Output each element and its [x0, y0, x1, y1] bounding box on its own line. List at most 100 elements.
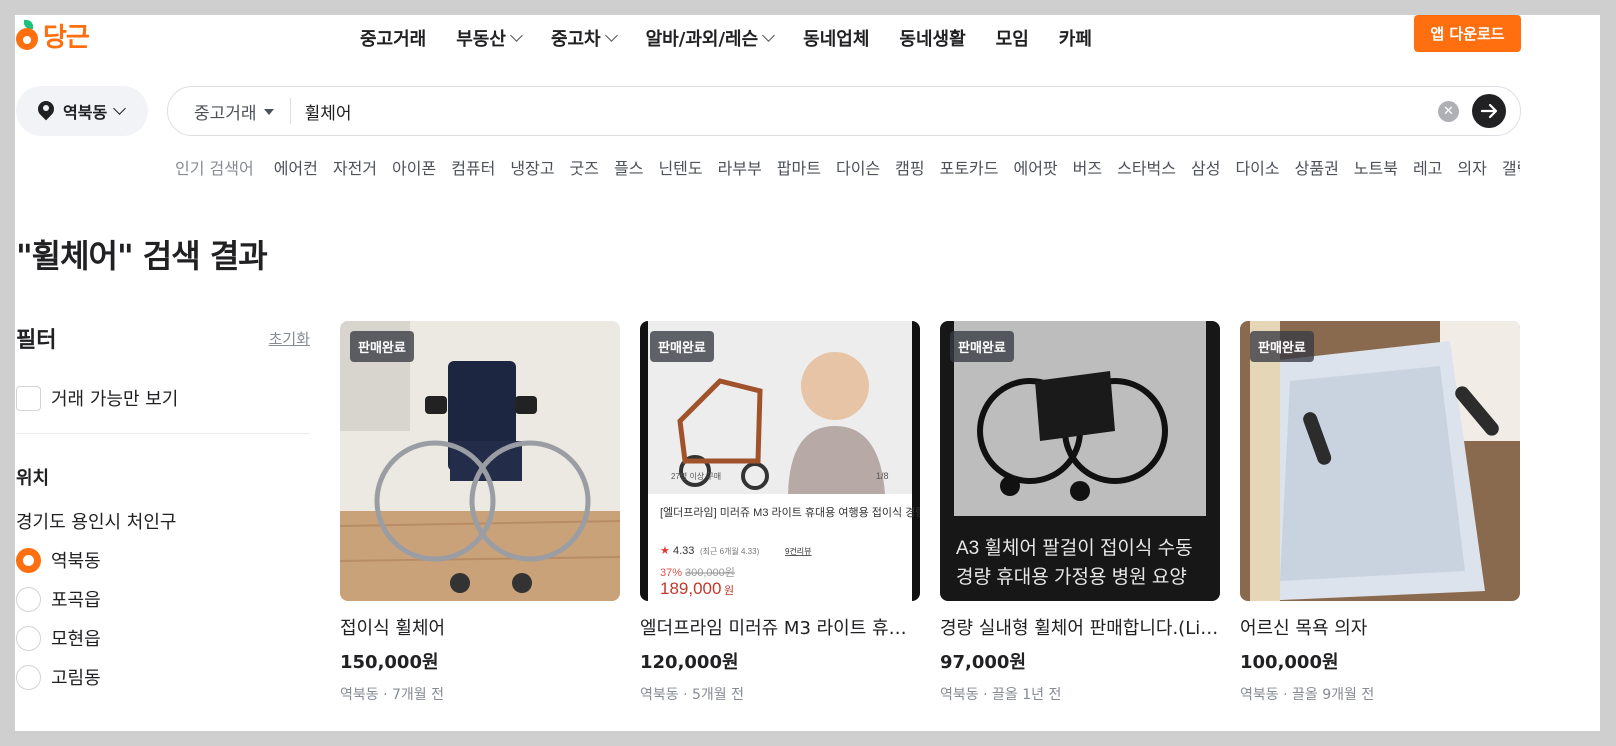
page: 당근 중고거래 부동산 중고차 알바/과외/레슨 동네업체 동네생활 모임 카페… — [15, 15, 1600, 731]
app-download-button[interactable]: 앱 다운로드 — [1414, 15, 1521, 52]
product-image[interactable]: A3 휠체어 팔걸이 접이식 수동 경량 휴대용 가정용 병원 요양 판매완료 — [940, 321, 1220, 601]
popular-keyword[interactable]: 닌텐도 — [658, 155, 702, 179]
popular-keyword[interactable]: 팝마트 — [777, 155, 821, 179]
popular-keywords: 인기 검색어 에어컨 자전거 아이폰 컴퓨터 냉장고 굿즈 플스 닌텐도 라부부 팝마트 다이슨 캠핑… — [175, 155, 1520, 179]
popular-keyword[interactable]: 라부부 — [718, 155, 762, 179]
popular-keyword[interactable]: 컴퓨터 — [451, 155, 495, 179]
product-image[interactable]: 판매완료 — [340, 321, 620, 601]
caret-down-icon — [263, 109, 274, 115]
ad-discount: 37% — [660, 567, 682, 579]
close-icon: ✕ — [1443, 104, 1454, 119]
clear-search-button[interactable]: ✕ — [1438, 101, 1459, 122]
location-option[interactable]: 고림동 — [16, 664, 310, 690]
popular-keyword[interactable]: 갤럭 — [1502, 155, 1520, 179]
location-option[interactable]: 모현읍 — [16, 625, 310, 651]
popular-keyword[interactable]: 의자 — [1457, 155, 1486, 179]
product-ad-image: 27명 이상 구매 1/8 [엘더프라임] 미러쥬 M3 라이트 휴대용 여행용… — [640, 321, 920, 601]
location-option-label: 고림동 — [51, 668, 101, 689]
product-image[interactable]: 판매완료 — [1240, 321, 1520, 601]
product-card[interactable]: 27명 이상 구매 1/8 [엘더프라임] 미러쥬 M3 라이트 휴대용 여행용… — [640, 321, 920, 704]
location-option[interactable]: 역북동 — [16, 547, 310, 573]
filter-panel: 필터 초기화 거래 가능만 보기 위치 경기도 용인시 처인구 역북동 포곡읍 … — [16, 321, 310, 690]
search-input[interactable]: 휠체어 — [305, 99, 1520, 124]
nav-used-cars[interactable]: 중고차 — [551, 25, 618, 51]
daangn-logo[interactable]: 당근 — [15, 15, 90, 55]
popular-keyword[interactable]: 자전거 — [333, 155, 377, 179]
product-title: 경량 실내형 휠체어 판매합니다.(Lif... — [940, 618, 1220, 639]
product-meta: 역북동 · 7개월 전 — [340, 687, 444, 703]
nav-local-business[interactable]: 동네업체 — [803, 25, 869, 51]
nav-used-goods[interactable]: 중고거래 — [360, 25, 426, 51]
popular-keywords-title: 인기 검색어 — [175, 159, 254, 178]
rating-star-icon: ★ — [660, 545, 670, 557]
available-only-toggle[interactable]: 거래 가능만 보기 — [16, 385, 310, 411]
popular-keyword[interactable]: 버즈 — [1073, 155, 1102, 179]
product-meta: 역북동 · 5개월 전 — [640, 687, 744, 703]
product-card[interactable]: A3 휠체어 팔걸이 접이식 수동 경량 휴대용 가정용 병원 요양 판매완료 … — [940, 321, 1220, 704]
product-image[interactable]: 27명 이상 구매 1/8 [엘더프라임] 미러쥬 M3 라이트 휴대용 여행용… — [640, 321, 920, 601]
popular-keyword[interactable]: 에어팟 — [1013, 155, 1057, 179]
nav-label: 동네생활 — [899, 29, 966, 50]
product-price: 120,000원 — [640, 652, 739, 673]
location-selector[interactable]: 역북동 — [16, 86, 148, 136]
popular-keyword[interactable]: 노트북 — [1354, 155, 1398, 179]
nav-jobs[interactable]: 알바/과외/레슨 — [645, 25, 776, 51]
popular-keyword[interactable]: 냉장고 — [510, 155, 554, 179]
nav-local-life[interactable]: 동네생활 — [899, 25, 965, 51]
buyers-count: 27명 이상 구매 — [671, 471, 721, 481]
popular-keyword[interactable]: 에어컨 — [274, 155, 318, 179]
search-submit-button[interactable] — [1472, 94, 1506, 128]
radio-selected[interactable] — [16, 547, 41, 573]
sold-badge: 판매완료 — [650, 331, 714, 362]
available-only-label: 거래 가능만 보기 — [51, 389, 179, 410]
logo-text: 당근 — [43, 22, 90, 53]
ad-caption-line-1: A3 휠체어 팔걸이 접이식 수동 — [956, 537, 1193, 559]
popular-keyword[interactable]: 캠핑 — [895, 155, 924, 179]
product-title: 엘더프라임 미러쥬 M3 라이트 휴대용 여행용 접이식 경량 휠체어 — [640, 618, 920, 639]
popular-keyword[interactable]: 레고 — [1413, 155, 1442, 179]
popular-keyword[interactable]: 상품권 — [1295, 155, 1339, 179]
location-option-label: 모현읍 — [51, 629, 101, 650]
filter-title: 필터 — [16, 328, 57, 353]
wheelchair-photo — [340, 321, 620, 601]
popular-keyword[interactable]: 아이폰 — [392, 155, 436, 179]
popular-keyword[interactable]: 스타벅스 — [1117, 155, 1176, 179]
wheelchair-ad-image: A3 휠체어 팔걸이 접이식 수동 경량 휴대용 가정용 병원 요양 — [940, 321, 1220, 601]
popular-keyword[interactable]: 삼성 — [1191, 155, 1220, 179]
nav-groups[interactable]: 모임 — [996, 25, 1029, 51]
chevron-down-icon — [113, 102, 127, 115]
nav-real-estate[interactable]: 부동산 — [456, 25, 523, 51]
location-pin-icon — [38, 101, 54, 121]
radio[interactable] — [16, 625, 41, 651]
product-card[interactable]: 판매완료 어르신 목욕 의자 100,000원 역북동 · 끌올 9개월 전 — [1240, 321, 1520, 704]
carrot-icon — [15, 20, 39, 50]
chevron-down-icon — [762, 29, 776, 42]
product-meta: 역북동 · 끌올 1년 전 — [940, 687, 1062, 703]
category-select[interactable]: 중고거래 — [168, 99, 274, 124]
radio[interactable] — [16, 664, 41, 690]
ad-rating: 4.33 — [673, 545, 694, 557]
location-option-label: 포곡읍 — [51, 590, 101, 611]
reset-filter-link[interactable]: 초기화 — [269, 328, 310, 349]
radio[interactable] — [16, 586, 41, 612]
popular-keyword[interactable]: 다이슨 — [836, 155, 880, 179]
product-grid: 판매완료 접이식 휠체어 150,000원 역북동 · 7개월 전 27명 이상… — [340, 321, 1540, 704]
popular-keyword[interactable]: 다이소 — [1235, 155, 1279, 179]
location-option-label: 역북동 — [51, 551, 101, 572]
popular-keyword[interactable]: 포토카드 — [940, 155, 999, 179]
ad-product-name: [엘더프라임] 미러쥬 M3 라이트 휴대용 여행용 접이식 경량 휠체어 — [660, 506, 920, 519]
ad-old-price: 300,000원 — [685, 566, 735, 579]
ad-price: 189,000 — [660, 579, 721, 598]
popular-keyword[interactable]: 플스 — [614, 155, 643, 179]
arrow-right-icon — [1480, 103, 1498, 119]
product-card[interactable]: 판매완료 접이식 휠체어 150,000원 역북동 · 7개월 전 — [340, 321, 620, 704]
nav-label: 모임 — [995, 29, 1029, 50]
available-only-checkbox[interactable] — [16, 385, 41, 411]
product-price: 100,000원 — [1240, 652, 1339, 673]
nav-cafe[interactable]: 카페 — [1059, 25, 1092, 51]
nav-label: 알바/과외/레슨 — [645, 29, 759, 50]
popular-keyword[interactable]: 굿즈 — [570, 155, 599, 179]
location-option[interactable]: 포곡읍 — [16, 586, 310, 612]
search-bar: 중고거래 휠체어 ✕ — [167, 86, 1521, 136]
ad-rating-note: (최근 6개월 4.33) — [700, 546, 760, 556]
